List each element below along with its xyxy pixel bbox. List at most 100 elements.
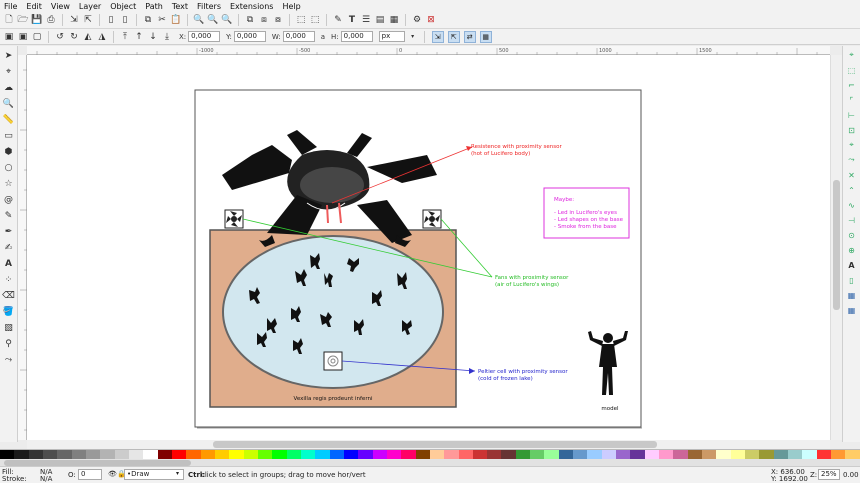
move-gradients-toggle[interactable]: ⇄ [463,30,476,43]
snap-bbox-center-icon[interactable]: ⊡ [847,125,857,135]
zoom-input[interactable]: 25% [818,469,840,480]
clone-icon[interactable]: ⧈ [258,14,270,26]
select-all-layers-icon[interactable]: ▣ [17,31,29,43]
menu-object[interactable]: Object [110,2,136,11]
raise-icon[interactable]: ↑ [133,31,145,43]
palette-scrollbar[interactable] [0,459,860,467]
undo-icon[interactable]: ▯ [105,14,117,26]
menu-extensions[interactable]: Extensions [230,2,273,11]
lower-bottom-icon[interactable]: ⤓ [161,31,173,43]
rectangle-tool-icon[interactable]: ▭ [3,130,15,142]
snap-guide-icon[interactable]: ▦ [847,305,857,315]
menu-text[interactable]: Text [172,2,188,11]
copy-icon[interactable]: ⧉ [142,14,154,26]
snap-cusp-icon[interactable]: ⌃ [847,185,857,195]
3d-box-tool-icon[interactable]: ⬢ [3,146,15,158]
vertical-scroll-thumb[interactable] [833,180,840,310]
text-font-icon[interactable]: T [346,14,358,26]
rotate-cw-icon[interactable]: ↻ [68,31,80,43]
preferences-icon[interactable]: ⊠ [425,14,437,26]
horizontal-scroll-thumb[interactable] [213,441,657,448]
align-distribute-icon[interactable]: ▦ [388,14,400,26]
opacity-input[interactable]: 0 [78,469,102,480]
snap-page-border-icon[interactable]: ▯ [847,275,857,285]
document-properties-icon[interactable]: ⚙ [411,14,423,26]
pencil-tool-icon[interactable]: ✎ [3,210,15,222]
scale-stroke-toggle[interactable]: ⇲ [431,30,444,43]
import-icon[interactable]: ⇲ [68,14,80,26]
palette-scroll-thumb[interactable] [4,460,191,466]
x-input[interactable]: 0,000 [188,31,221,42]
h-input[interactable]: 0,000 [340,31,373,42]
snap-grid-icon[interactable]: ▦ [847,290,857,300]
spiral-tool-icon[interactable]: @ [3,194,15,206]
star-tool-icon[interactable]: ☆ [3,178,15,190]
text-tool-icon[interactable]: A [3,258,15,270]
snap-smooth-icon[interactable]: ∿ [847,200,857,210]
ungroup-icon[interactable]: ⬚ [309,14,321,26]
flip-horizontal-icon[interactable]: ◭ [82,31,94,43]
lock-ratio-icon[interactable]: a [321,33,325,41]
dropper-tool-icon[interactable]: ⚲ [3,338,15,350]
zoom-selection-icon[interactable]: 🔍 [193,14,205,26]
unlink-clone-icon[interactable]: ⧇ [272,14,284,26]
rotate-ccw-icon[interactable]: ↺ [54,31,66,43]
rotation-value[interactable]: 0.00 [843,471,859,479]
snap-bbox-midpoint-icon[interactable]: ⊢ [847,110,857,120]
flip-vertical-icon[interactable]: ◮ [96,31,108,43]
snap-enable-icon[interactable]: ⌖ [847,50,857,60]
calligraphy-tool-icon[interactable]: ✍ [3,242,15,254]
open-icon[interactable]: 🗁 [17,14,29,26]
new-document-icon[interactable]: 🗋 [3,14,15,26]
cut-icon[interactable]: ✂ [156,14,168,26]
connector-tool-icon[interactable]: ⤳ [3,354,15,366]
w-input[interactable]: 0,000 [282,31,315,42]
snap-paths-icon[interactable]: ⤳ [847,155,857,165]
deselect-icon[interactable]: ▢ [31,31,43,43]
ellipse-tool-icon[interactable]: ○ [3,162,15,174]
layer-select[interactable]: •Draw [124,469,184,480]
visibility-eye-icon[interactable]: 👁 [108,470,117,478]
measure-tool-icon[interactable]: 📏 [3,114,15,126]
spray-tool-icon[interactable]: ⁘ [3,274,15,286]
paste-icon[interactable]: 📋 [170,14,182,26]
unit-dropdown-icon[interactable]: ▾ [407,31,419,43]
tweak-tool-icon[interactable]: ☁ [3,82,15,94]
redo-icon[interactable]: ▯ [119,14,131,26]
menu-layer[interactable]: Layer [79,2,101,11]
layer-dropdown-icon[interactable]: ▾ [176,470,179,477]
snap-midpoint-icon[interactable]: ⊣ [847,215,857,225]
select-all-icon[interactable]: ▣ [3,31,15,43]
menu-file[interactable]: File [4,2,17,11]
fill-stroke-icon[interactable]: ✎ [332,14,344,26]
node-tool-icon[interactable]: ⌖ [3,66,15,78]
group-icon[interactable]: ⬚ [295,14,307,26]
y-input[interactable]: 0,000 [233,31,266,42]
menu-filters[interactable]: Filters [197,2,221,11]
snap-nodes-icon[interactable]: ⌖ [847,140,857,150]
raise-top-icon[interactable]: ⤒ [119,31,131,43]
menu-path[interactable]: Path [145,2,163,11]
snap-text-baseline-icon[interactable]: A [847,260,857,270]
vertical-scrollbar[interactable] [830,55,842,440]
export-icon[interactable]: ⇱ [82,14,94,26]
snap-bbox-corner-icon[interactable]: ⌜ [847,95,857,105]
stroke-value[interactable]: N/A [40,475,52,483]
snap-rotation-center-icon[interactable]: ⊕ [847,245,857,255]
horizontal-scrollbar[interactable] [27,440,830,449]
gradient-tool-icon[interactable]: ▧ [3,322,15,334]
snap-intersection-icon[interactable]: ✕ [847,170,857,180]
layers-icon[interactable]: ☰ [360,14,372,26]
snap-object-center-icon[interactable]: ⊙ [847,230,857,240]
menu-help[interactable]: Help [282,2,300,11]
snap-bbox-edge-icon[interactable]: ⌐ [847,80,857,90]
selector-tool-icon[interactable]: ➤ [3,50,15,62]
lower-icon[interactable]: ↓ [147,31,159,43]
zoom-drawing-icon[interactable]: 🔍 [207,14,219,26]
canvas-area[interactable]: Resistence with proximity sensor (hot of… [27,55,830,440]
menu-edit[interactable]: Edit [26,2,42,11]
menu-view[interactable]: View [51,2,70,11]
scale-corners-toggle[interactable]: ⇱ [447,30,460,43]
unit-select[interactable]: px [378,31,405,42]
zoom-tool-icon[interactable]: 🔍 [3,98,15,110]
